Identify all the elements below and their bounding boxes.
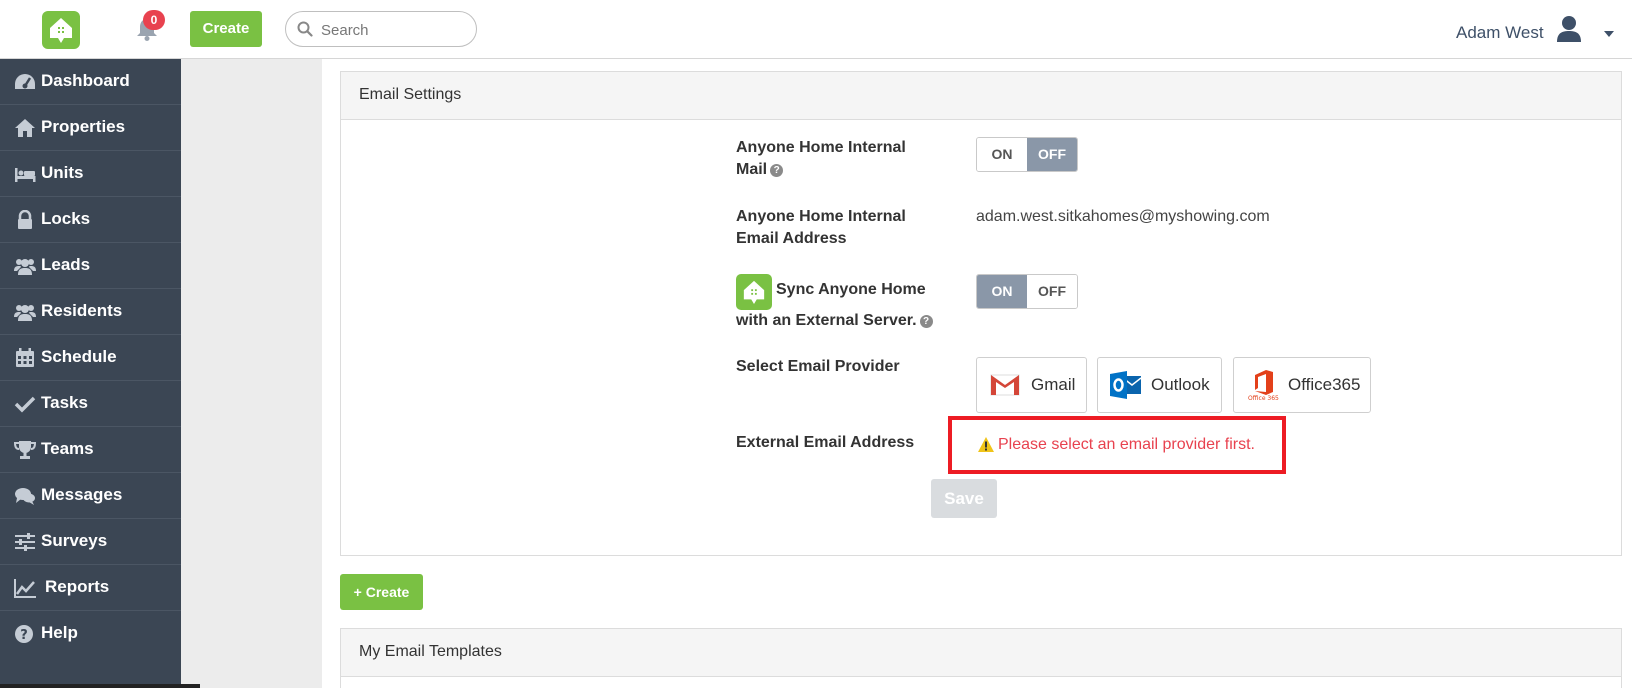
sidebar-item-label: Locks <box>41 209 91 228</box>
label-text: with an External Server. <box>736 312 917 329</box>
label-text: Anyone Home Internal <box>736 139 906 156</box>
create-button[interactable]: Create <box>190 11 262 47</box>
question-icon[interactable]: ? <box>919 315 933 328</box>
trophy-icon <box>14 441 36 459</box>
sidebar-item-label: Help <box>41 623 78 642</box>
label-text: Anyone Home Internal <box>736 208 906 225</box>
email-templates-panel: My Email Templates <box>340 628 1622 688</box>
users-icon <box>14 259 36 275</box>
sync-label-line2: with an External Server.? <box>736 310 933 332</box>
outlook-button[interactable]: Outlook <box>1097 357 1222 413</box>
chevron-down-icon[interactable] <box>1604 31 1614 37</box>
panel-title: Email Settings <box>341 72 1621 120</box>
sidebar-item-surveys[interactable]: Surveys <box>0 519 181 565</box>
sidebar-item-messages[interactable]: Messages <box>0 473 181 519</box>
office365-icon: Office 365 <box>1248 370 1279 401</box>
sidebar-item-tasks[interactable]: Tasks <box>0 381 181 427</box>
office365-button[interactable]: Office 365 Office365 <box>1233 357 1371 413</box>
outlook-icon <box>1110 371 1142 399</box>
home-icon <box>15 119 35 137</box>
internal-mail-label: Anyone Home Internal Mail? <box>736 137 906 181</box>
save-button[interactable]: Save <box>931 479 997 518</box>
sidebar-item-label: Teams <box>41 439 94 458</box>
svg-text:?: ? <box>20 628 28 643</box>
app-logo[interactable] <box>42 11 80 49</box>
calendar-icon <box>16 348 34 367</box>
outlook-label: Outlook <box>1151 375 1210 394</box>
house-logo-icon <box>743 280 765 304</box>
search-box <box>285 11 477 47</box>
warning-icon <box>978 437 994 452</box>
sidebar-item-properties[interactable]: Properties <box>0 105 181 151</box>
external-address-label: External Email Address <box>736 434 915 451</box>
sidebar-item-label: Surveys <box>41 531 108 550</box>
gmail-icon <box>990 374 1020 396</box>
user-icon[interactable] <box>1556 15 1582 43</box>
window-edge <box>0 684 200 688</box>
create-template-button[interactable]: + Create <box>340 574 423 610</box>
sidebar-item-label: Leads <box>41 255 91 274</box>
notification-badge: 0 <box>143 10 165 30</box>
house-logo-icon <box>50 18 72 43</box>
sidebar-item-label: Reports <box>45 577 110 596</box>
sidebar-item-schedule[interactable]: Schedule <box>0 335 181 381</box>
comments-icon <box>15 488 35 505</box>
toggle-off-option[interactable]: OFF <box>1027 275 1077 308</box>
gmail-label: Gmail <box>1031 375 1076 394</box>
internal-mail-toggle[interactable]: ON OFF <box>976 137 1078 172</box>
sliders-icon <box>15 533 35 551</box>
sidebar-item-locks[interactable]: Locks <box>0 197 181 243</box>
sidebar-item-leads[interactable]: Leads <box>0 243 181 289</box>
line-chart-icon <box>14 579 36 598</box>
check-icon <box>14 396 36 413</box>
svg-text:Office 365: Office 365 <box>1248 395 1279 401</box>
sidebar-item-label: Schedule <box>41 347 117 366</box>
user-name[interactable]: Adam West <box>1456 23 1544 43</box>
label-text: Email Address <box>736 230 847 247</box>
sidebar-item-label: Properties <box>41 117 126 136</box>
sidebar-item-label: Tasks <box>41 393 88 412</box>
users-icon <box>14 305 36 321</box>
sidebar-item-dashboard[interactable]: Dashboard <box>0 59 181 105</box>
sync-logo <box>736 274 772 310</box>
label-text: Mail <box>736 161 768 178</box>
sidebar-item-units[interactable]: Units <box>0 151 181 197</box>
sidebar-item-teams[interactable]: Teams <box>0 427 181 473</box>
sync-label-line1: Sync Anyone Home <box>776 281 926 298</box>
sidebar-item-help[interactable]: ? Help <box>0 611 181 657</box>
office365-label: Office365 <box>1288 375 1361 394</box>
error-message: Please select an email provider first. <box>998 436 1255 453</box>
question-circle-icon: ? <box>15 625 33 643</box>
toggle-on-option[interactable]: ON <box>977 275 1027 308</box>
sidebar: Dashboard Properties Units Locks Leads R… <box>0 59 181 688</box>
panel-title: My Email Templates <box>341 629 1621 677</box>
bed-icon <box>15 168 36 182</box>
question-icon[interactable]: ? <box>770 164 784 177</box>
search-input[interactable] <box>319 18 468 42</box>
gmail-button[interactable]: Gmail <box>976 357 1087 413</box>
search-icon <box>297 21 313 37</box>
provider-label: Select Email Provider <box>736 358 900 375</box>
dashboard-icon <box>15 74 35 89</box>
sidebar-item-residents[interactable]: Residents <box>0 289 181 335</box>
toggle-off-option[interactable]: OFF <box>1027 138 1077 171</box>
sidebar-item-reports[interactable]: Reports <box>0 565 181 611</box>
sidebar-item-label: Dashboard <box>41 71 130 90</box>
content-gutter <box>181 59 322 688</box>
internal-address-value: adam.west.sitkahomes@myshowing.com <box>976 208 1270 225</box>
internal-address-label: Anyone Home Internal Email Address <box>736 206 906 250</box>
sidebar-item-label: Units <box>41 163 84 182</box>
sidebar-item-label: Messages <box>41 485 123 504</box>
lock-icon <box>18 210 32 229</box>
sync-toggle[interactable]: ON OFF <box>976 274 1078 309</box>
error-highlight: Please select an email provider first. <box>948 416 1286 474</box>
sidebar-item-label: Residents <box>41 301 123 320</box>
top-bar: 0 Create Adam West <box>0 0 1632 59</box>
toggle-on-option[interactable]: ON <box>977 138 1027 171</box>
